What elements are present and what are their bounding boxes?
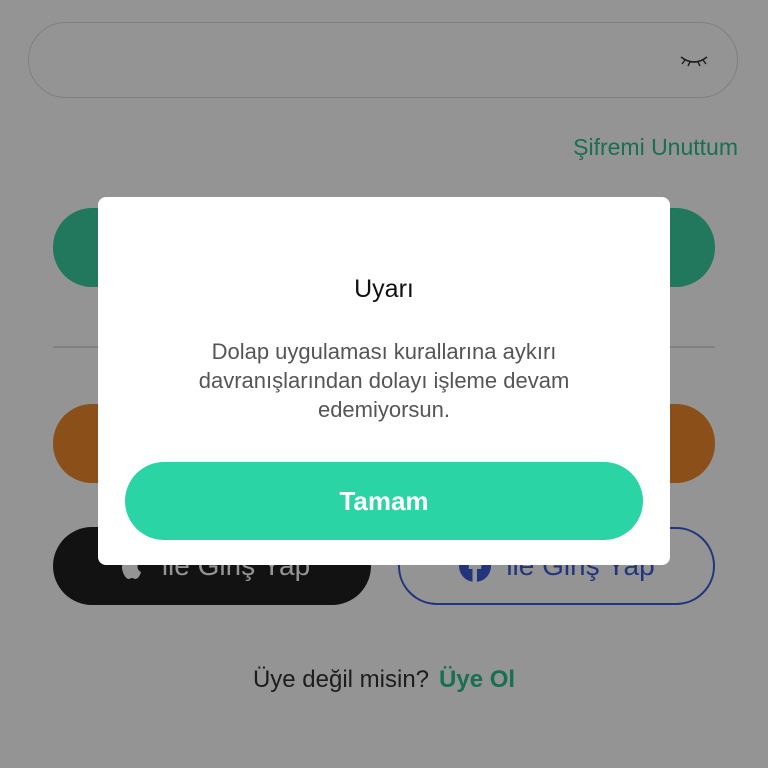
dialog-title: Uyarı: [354, 275, 414, 303]
dialog-message: Dolap uygulaması kurallarına aykırı davr…: [198, 339, 570, 422]
ok-button[interactable]: Tamam: [125, 462, 643, 540]
alert-dialog: Uyarı Dolap uygulaması kurallarına aykır…: [98, 197, 670, 565]
